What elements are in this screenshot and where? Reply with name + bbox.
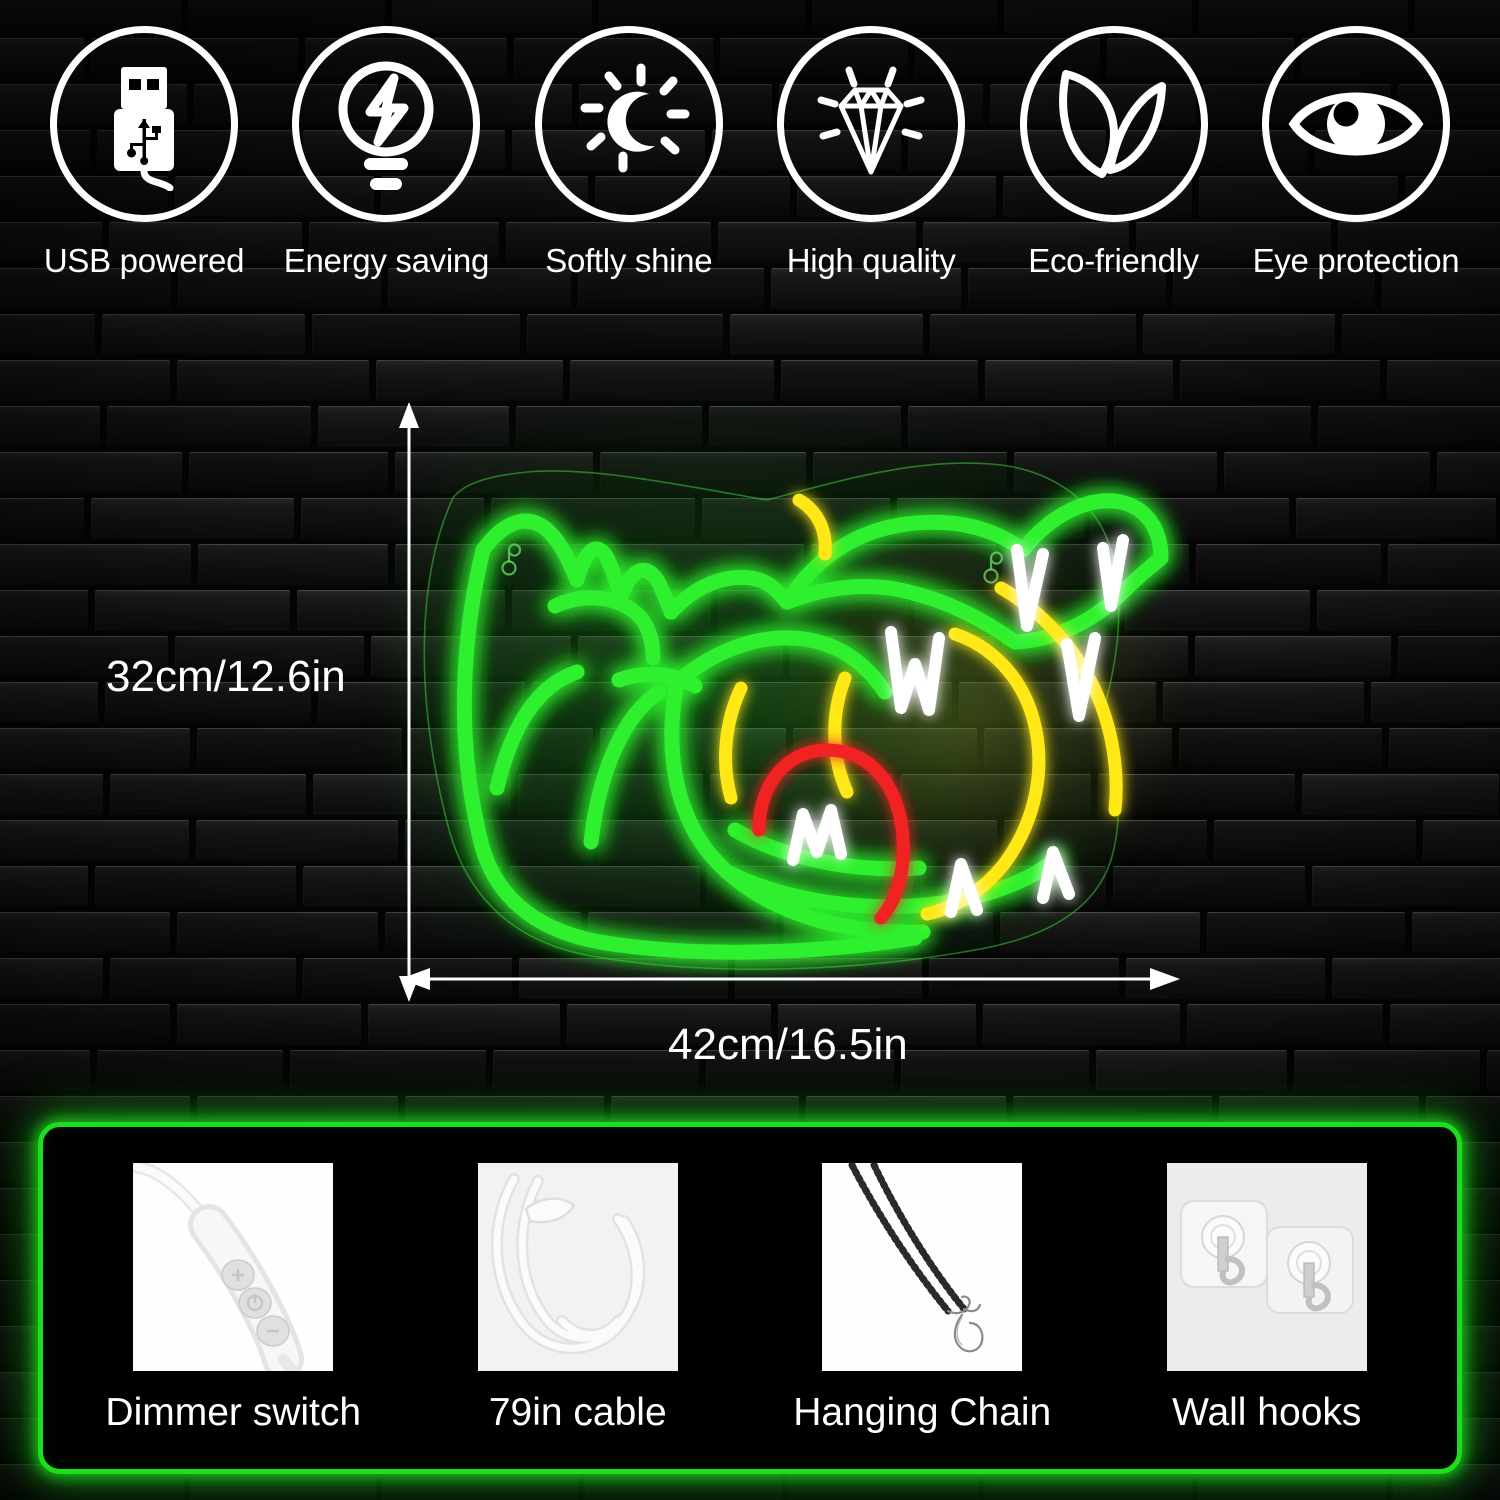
width-dimension-arrow xyxy=(400,966,1180,992)
feature-label: Softly shine xyxy=(545,242,713,279)
feature-energy-saving: Energy saving xyxy=(270,26,502,280)
feature-usb-powered: USB powered xyxy=(28,26,260,280)
dimmer-switch-photo xyxy=(133,1163,334,1371)
feature-label: High quality xyxy=(786,242,956,279)
feature-label: USB powered xyxy=(43,242,245,279)
accessory-label: 79in cable xyxy=(488,1391,667,1434)
accessory-dimmer-switch: Dimmer switch xyxy=(68,1163,398,1435)
diamond-icon xyxy=(803,56,939,192)
accessory-wall-hooks: Wall hooks xyxy=(1102,1163,1432,1435)
product-feature-page: USB powered Energy saving Softly shine H… xyxy=(0,0,1500,1500)
accessory-cable: 79in cable xyxy=(413,1163,743,1435)
feature-icon-circle xyxy=(777,26,966,222)
feature-label: Energy saving xyxy=(283,242,490,279)
width-dimension-label: 42cm/16.5in xyxy=(668,1020,908,1069)
accessory-label: Hanging Chain xyxy=(793,1391,1052,1434)
cable-coil-photo xyxy=(477,1163,678,1371)
usb-icon xyxy=(88,57,200,191)
accessory-panel: Dimmer switch 79in cable Hanging Chain W… xyxy=(38,1122,1462,1474)
lightbulb-icon xyxy=(326,54,446,194)
feature-icon-circle xyxy=(1261,26,1450,222)
feature-icon-circle xyxy=(292,26,481,222)
accessory-label: Wall hooks xyxy=(1172,1391,1362,1434)
feature-high-quality: High quality xyxy=(755,26,987,280)
feature-icon-circle xyxy=(534,26,723,222)
accessory-hanging-chain: Hanging Chain xyxy=(757,1163,1087,1435)
feature-softly-shine: Softly shine xyxy=(513,26,745,280)
hanging-chain-photo xyxy=(822,1163,1023,1371)
feature-strip: USB powered Energy saving Softly shine H… xyxy=(0,0,1500,320)
height-dimension-arrow xyxy=(398,402,420,1002)
feature-eco-friendly: Eco-friendly xyxy=(998,26,1230,280)
wall-hooks-photo xyxy=(1166,1163,1367,1371)
feature-label: Eye protection xyxy=(1252,242,1460,279)
crocodile-neon-sign xyxy=(395,390,1185,990)
feature-icon-circle xyxy=(50,26,238,222)
neon-sign-area: 32cm/12.6in 42cm/16.5in xyxy=(0,330,1500,1120)
height-dimension-label: 32cm/12.6in xyxy=(106,652,346,701)
feature-eye-protection: Eye protection xyxy=(1240,26,1472,280)
eye-icon xyxy=(1288,76,1424,172)
feature-icon-circle xyxy=(1019,26,1208,222)
sun-moon-icon xyxy=(563,58,695,190)
leaves-icon xyxy=(1052,60,1176,188)
feature-label: Eco-friendly xyxy=(1028,242,1199,279)
accessory-label: Dimmer switch xyxy=(105,1391,362,1434)
